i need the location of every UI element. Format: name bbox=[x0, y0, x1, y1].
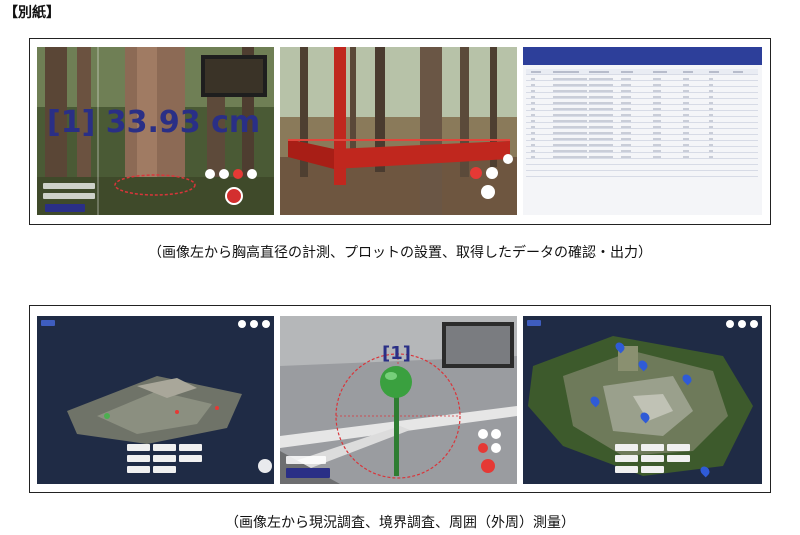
menu-chip[interactable] bbox=[153, 466, 176, 473]
diameter-readout: [1] 33.93 cm bbox=[47, 105, 261, 140]
tool-button[interactable] bbox=[233, 169, 243, 179]
table-lines bbox=[531, 71, 743, 158]
perimeter-survey-screenshot bbox=[523, 316, 762, 484]
current-status-survey-screenshot bbox=[37, 316, 274, 484]
top-image-frame: [1] 33.93 cm bbox=[29, 38, 771, 225]
tool-button[interactable] bbox=[219, 169, 229, 179]
dbh-measurement-screenshot: [1] 33.93 cm bbox=[37, 47, 274, 215]
menu-chip[interactable] bbox=[127, 455, 150, 462]
menu-chip[interactable] bbox=[667, 444, 690, 451]
bottom-caption: （画像左から現況調査、境界調査、周囲（外周）測量） bbox=[225, 515, 575, 531]
top-caption: （画像左から胸高直径の計測、プロットの設置、取得したデータの確認・出力） bbox=[148, 245, 652, 261]
bottom-image-frame: [1] bbox=[29, 305, 771, 493]
menu-chip[interactable] bbox=[153, 455, 176, 462]
data-table-screenshot bbox=[523, 47, 762, 215]
document-header: 【別紙】 bbox=[4, 5, 60, 21]
capture-button[interactable] bbox=[225, 187, 243, 205]
menu-chip[interactable] bbox=[179, 444, 202, 451]
menu-chip[interactable] bbox=[153, 444, 176, 451]
menu-chip[interactable] bbox=[641, 444, 664, 451]
boundary-marker-label: [1] bbox=[382, 343, 411, 364]
menu-chip[interactable] bbox=[615, 444, 638, 451]
road-photo bbox=[280, 316, 517, 484]
boundary-survey-screenshot: [1] bbox=[280, 316, 517, 484]
menu-chip[interactable] bbox=[641, 466, 664, 473]
menu-chip[interactable] bbox=[641, 455, 664, 462]
menu-chip[interactable] bbox=[127, 466, 150, 473]
menu-chip[interactable] bbox=[615, 455, 638, 462]
menu-chip[interactable] bbox=[127, 444, 150, 451]
tool-button[interactable] bbox=[205, 169, 215, 179]
plot-installation-screenshot bbox=[280, 47, 517, 215]
forest-plot-photo bbox=[280, 47, 517, 215]
tool-button[interactable] bbox=[247, 169, 257, 179]
menu-chip[interactable] bbox=[179, 455, 202, 462]
menu-chip[interactable] bbox=[667, 455, 690, 462]
menu-chip[interactable] bbox=[615, 466, 638, 473]
